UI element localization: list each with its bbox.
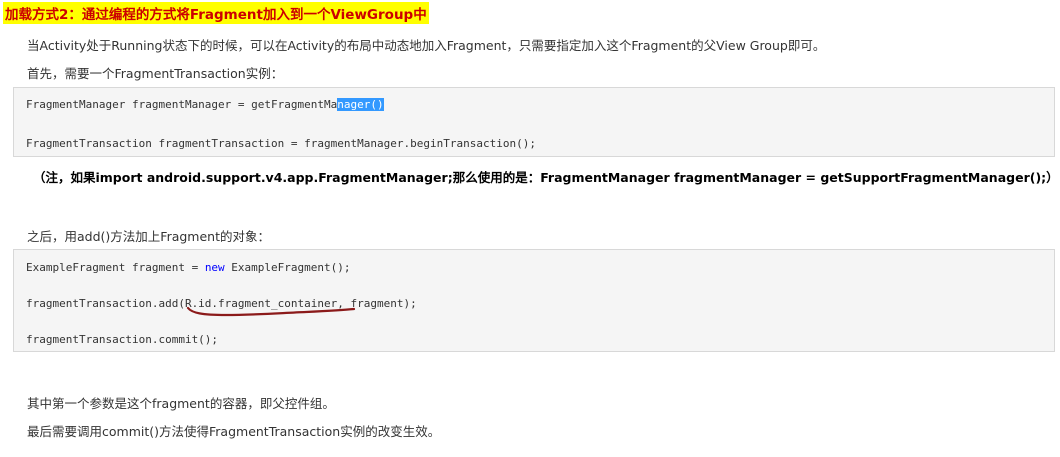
selected-text[interactable]: nager()	[337, 98, 384, 111]
transaction-intro: 首先，需要一个FragmentTransaction实例：	[27, 66, 284, 81]
handwritten-underline-annotation	[186, 306, 356, 317]
keyword-new: new	[204, 261, 225, 274]
code-block-add: ExampleFragment fragment = new ExampleFr…	[13, 249, 1055, 352]
code-line-commit: fragmentTransaction.commit();	[26, 333, 219, 346]
code-text: FragmentManager fragmentManager = getFra…	[26, 98, 338, 111]
support-library-note: （注，如果import android.support.v4.app.Fragm…	[33, 170, 1059, 185]
add-method-intro: 之后，用add()方法加上Fragment的对象：	[27, 229, 270, 244]
code-line-fragment-manager: FragmentManager fragmentManager = getFra…	[26, 98, 384, 111]
container-param-paragraph: 其中第一个参数是这个fragment的容器，即父控件组。	[27, 396, 335, 411]
code-text: ExampleFragment();	[224, 261, 351, 274]
code-text: ExampleFragment fragment =	[26, 261, 205, 274]
section-heading: 加载方式2：通过编程的方式将Fragment加入到一个ViewGroup中	[3, 2, 429, 24]
commit-paragraph: 最后需要调用commit()方法使得FragmentTransaction实例的…	[27, 424, 441, 439]
code-line-begin-transaction: FragmentTransaction fragmentTransaction …	[26, 137, 536, 150]
intro-paragraph: 当Activity处于Running状态下的时候，可以在Activity的布局中…	[27, 38, 826, 53]
code-line-new-fragment: ExampleFragment fragment = new ExampleFr…	[26, 261, 351, 274]
code-block-transaction: FragmentManager fragmentManager = getFra…	[13, 87, 1055, 157]
